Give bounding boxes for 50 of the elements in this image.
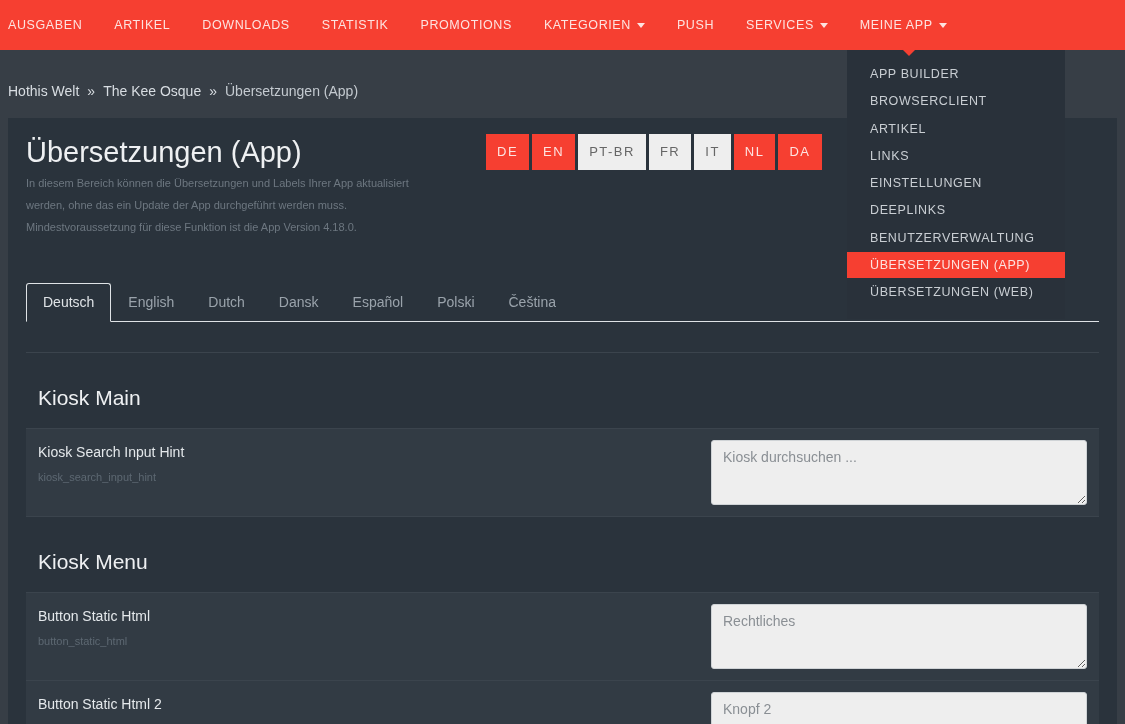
- dropdown-item[interactable]: LINKS: [847, 143, 1065, 170]
- page-title: Übersetzungen (App): [26, 135, 303, 170]
- language-button[interactable]: DE: [486, 134, 530, 170]
- language-tab[interactable]: Čeština: [491, 283, 573, 322]
- nav-link[interactable]: SERVICES: [730, 0, 844, 50]
- language-button[interactable]: EN: [532, 134, 576, 170]
- caret-icon: [819, 22, 828, 28]
- field-label: Kiosk Search Input Hint: [38, 443, 185, 462]
- field-label: Button Static Html 2: [38, 695, 162, 714]
- language-tab[interactable]: English: [111, 283, 192, 322]
- breadcrumb-link[interactable]: The Kee Osque: [103, 80, 202, 102]
- nav-link[interactable]: AUSGABEN: [0, 0, 99, 50]
- nav-link[interactable]: DOWNLOADS: [186, 0, 306, 50]
- translation-field[interactable]: Rechtliches: [711, 604, 1087, 669]
- nav-link[interactable]: STATISTIK: [305, 0, 405, 50]
- language-button[interactable]: IT: [694, 134, 731, 170]
- dropdown-item[interactable]: BROWSERCLIENT: [847, 88, 1065, 115]
- dropdown-item[interactable]: ARTIKEL: [847, 115, 1065, 142]
- dropdown-item[interactable]: BENUTZERVERWALTUNG: [847, 225, 1065, 252]
- breadcrumb-separator: »: [209, 81, 217, 101]
- language-button[interactable]: DA: [778, 134, 822, 170]
- caret-icon: [938, 22, 947, 28]
- field-label: Button Static Html: [38, 607, 151, 626]
- dropdown-item[interactable]: DEEPLINKS: [847, 197, 1065, 224]
- dropdown-item[interactable]: APP BUILDER: [847, 61, 1065, 88]
- language-button[interactable]: NL: [733, 134, 776, 170]
- translation-field[interactable]: Knopf 2: [711, 692, 1087, 724]
- description-text: In diesem Bereich können die Übersetzungen und Labels Ihrer App aktualisiert: [26, 176, 410, 191]
- dropdown-item[interactable]: ÜBERSETZUNGEN (APP): [847, 252, 1065, 279]
- caret-icon: [636, 22, 645, 28]
- language-button[interactable]: FR: [648, 134, 692, 170]
- language-tab[interactable]: Dutch: [191, 283, 262, 322]
- language-tab[interactable]: Dansk: [261, 283, 336, 322]
- language-tab[interactable]: Polski: [420, 283, 492, 322]
- nav-link[interactable]: KATEGORIEN: [527, 0, 661, 50]
- language-tab[interactable]: Deutsch: [26, 283, 112, 322]
- nav-link[interactable]: PROMOTIONS: [404, 0, 528, 50]
- breadcrumb-link[interactable]: Übersetzungen (App): [225, 80, 359, 102]
- dropdown-item[interactable]: EINSTELLUNGEN: [847, 170, 1065, 197]
- breadcrumb-separator: »: [87, 81, 96, 101]
- nav-link[interactable]: ARTIKEL: [98, 0, 187, 50]
- language-tab[interactable]: Español: [335, 283, 421, 322]
- language-button[interactable]: PT-BR: [578, 134, 646, 170]
- description-text: werden, ohne das ein Update der App durchgeführt werden muss.: [26, 198, 349, 213]
- description-text: Mindestvoraussetzung für diese Funktion ist die App Version 4.18.0.: [26, 220, 358, 235]
- breadcrumb-link[interactable]: Hothis Welt: [8, 80, 80, 102]
- dropdown-item[interactable]: ÜBERSETZUNGEN (WEB): [847, 279, 1065, 306]
- translation-field[interactable]: Kiosk durchsuchen ...: [711, 440, 1087, 505]
- nav-link[interactable]: PUSH: [660, 0, 731, 50]
- nav-link[interactable]: MEINE APP: [843, 0, 963, 50]
